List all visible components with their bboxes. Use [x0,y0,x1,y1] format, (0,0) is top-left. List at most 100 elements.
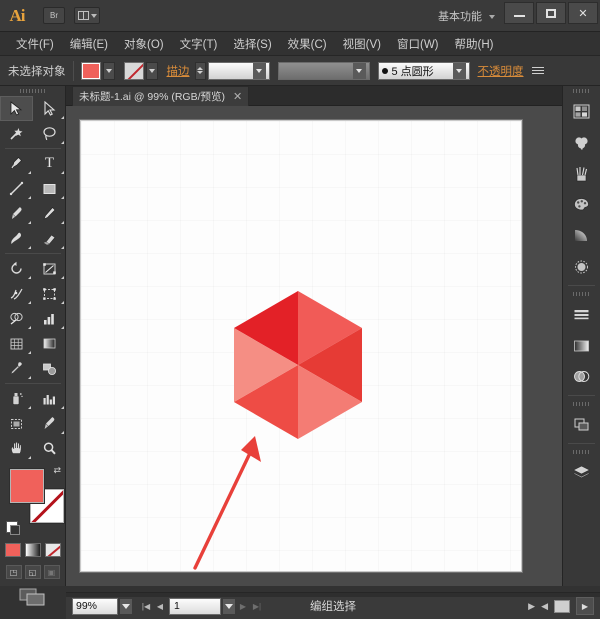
type-tool[interactable]: T [33,151,66,176]
tool-flyout-icon [28,351,31,354]
fill-color-large-swatch[interactable] [10,469,44,503]
stroke-weight-label[interactable]: 描边 [167,63,190,79]
tool-flyout-icon [61,301,64,304]
swatches-panel-icon[interactable] [563,189,600,220]
menu-effect[interactable]: 效果(C) [280,33,335,55]
minimize-button[interactable] [504,2,534,24]
lasso-tool[interactable] [33,121,66,146]
menu-type[interactable]: 文字(T) [172,33,226,55]
blob-brush-tool[interactable] [0,226,33,251]
stroke-weight-combo[interactable] [208,62,270,80]
maximize-button[interactable] [536,2,566,24]
document-tab[interactable]: 未标题-1.ai @ 99% (RGB/预览) ✕ [72,86,249,106]
document-tab-bar: 未标题-1.ai @ 99% (RGB/预览) ✕ [66,86,600,106]
full-screen-menu-mode-button[interactable]: ◱ [25,565,41,579]
blend-tool[interactable] [33,356,66,381]
tool-flyout-icon [28,196,31,199]
pencil-tool[interactable] [33,201,66,226]
menu-help[interactable]: 帮助(H) [447,33,502,55]
selection-tool[interactable] [0,96,33,121]
hexagon-artwork[interactable] [223,291,373,444]
tool-flyout-icon [61,431,64,434]
menu-select[interactable]: 选择(S) [225,33,279,55]
direct-selection-tool[interactable] [33,96,66,121]
line-segment-tool[interactable] [0,176,33,201]
default-fill-stroke-icon[interactable] [6,521,18,533]
scale-tool[interactable] [33,256,66,281]
column-graph-tool[interactable] [33,306,66,331]
gradient-mode-button[interactable] [25,543,41,557]
fill-dropdown-icon[interactable] [103,62,115,80]
magic-wand-tool[interactable] [0,121,33,146]
bridge-icon[interactable]: Br [43,7,65,24]
divider [73,61,74,81]
rotate-tool[interactable] [0,256,33,281]
menu-window[interactable]: 窗口(W) [389,33,447,55]
layers-panel-icon[interactable] [563,457,600,488]
slice-tool[interactable] [33,411,66,436]
panel-dock-grip[interactable] [563,86,600,96]
play-icon[interactable]: ▶ [528,601,535,612]
full-screen-mode-button[interactable]: ▣ [44,565,60,579]
fill-color-swatch[interactable] [81,62,101,80]
menu-file[interactable]: 文件(F) [8,33,62,55]
transparency-panel-icon[interactable] [563,330,600,361]
rectangle-tool[interactable] [33,176,66,201]
brush-definition-combo[interactable]: 5 点圆形 [378,62,470,80]
menu-object[interactable]: 对象(O) [116,33,172,55]
stroke-profile-chevron-icon[interactable] [353,63,366,79]
swap-fill-stroke-icon[interactable]: ⇄ [53,465,61,476]
tool-flyout-icon [28,326,31,329]
panel-group-grip[interactable] [563,447,600,457]
brushes-panel-icon[interactable] [563,158,600,189]
gradient-tool[interactable] [33,331,66,356]
stroke-weight-stepper[interactable] [195,62,206,80]
opacity-label[interactable]: 不透明度 [478,63,524,79]
change-screen-mode-icon[interactable] [0,587,65,607]
shape-builder-tool[interactable] [0,306,33,331]
symbols-panel-icon[interactable] [563,251,600,282]
arrange-documents-icon[interactable] [74,7,100,24]
menu-view[interactable]: 视图(V) [335,33,389,55]
workspace-chevron-down-icon[interactable] [489,15,495,19]
panel-menu-icon[interactable] [532,67,544,74]
appearance-panel-icon[interactable] [563,361,600,392]
pen-tool[interactable] [0,151,33,176]
panel-group-grip[interactable] [563,399,600,409]
symbol-sprayer-tool[interactable] [0,386,33,411]
stroke-panel-icon[interactable] [563,299,600,330]
artboard-tool[interactable] [0,411,33,436]
panel-group-grip[interactable] [563,289,600,299]
hand-tool[interactable] [0,436,33,461]
color-panel-icon[interactable] [563,96,600,127]
canvas-area[interactable]: ⇲ [66,106,600,586]
normal-screen-mode-button[interactable]: ◳ [6,565,22,579]
eyedropper-tool[interactable] [0,356,33,381]
stroke-dropdown-icon[interactable] [146,62,158,80]
mesh-tool[interactable] [0,331,33,356]
workspace-switcher[interactable]: 基本功能 [438,8,482,24]
brush-definition-chevron-icon[interactable] [453,63,466,79]
none-mode-button[interactable] [45,543,61,557]
tools-panel-grip[interactable] [0,86,65,96]
back-icon[interactable]: ◀ [541,601,548,612]
zoom-tool[interactable] [33,436,66,461]
stroke-color-swatch[interactable] [124,62,144,80]
gradient-panel-icon[interactable] [563,220,600,251]
close-icon[interactable]: ✕ [233,90,242,103]
graph-tool[interactable] [33,386,66,411]
artboards-panel-icon[interactable] [563,409,600,440]
paintbrush-tool[interactable] [0,201,33,226]
close-button[interactable]: ✕ [568,2,598,24]
color-mode-button[interactable] [5,543,21,557]
eraser-tool[interactable] [33,226,66,251]
free-transform-tool[interactable] [33,281,66,306]
color-guide-panel-icon[interactable] [563,127,600,158]
artboard[interactable] [80,120,522,572]
menu-edit[interactable]: 编辑(E) [62,33,116,55]
stroke-profile-combo[interactable] [278,62,370,80]
width-tool[interactable] [0,281,33,306]
next-button[interactable]: ▶ [576,597,594,615]
stroke-weight-chevron-icon[interactable] [253,63,266,79]
panel-dock [562,86,600,586]
